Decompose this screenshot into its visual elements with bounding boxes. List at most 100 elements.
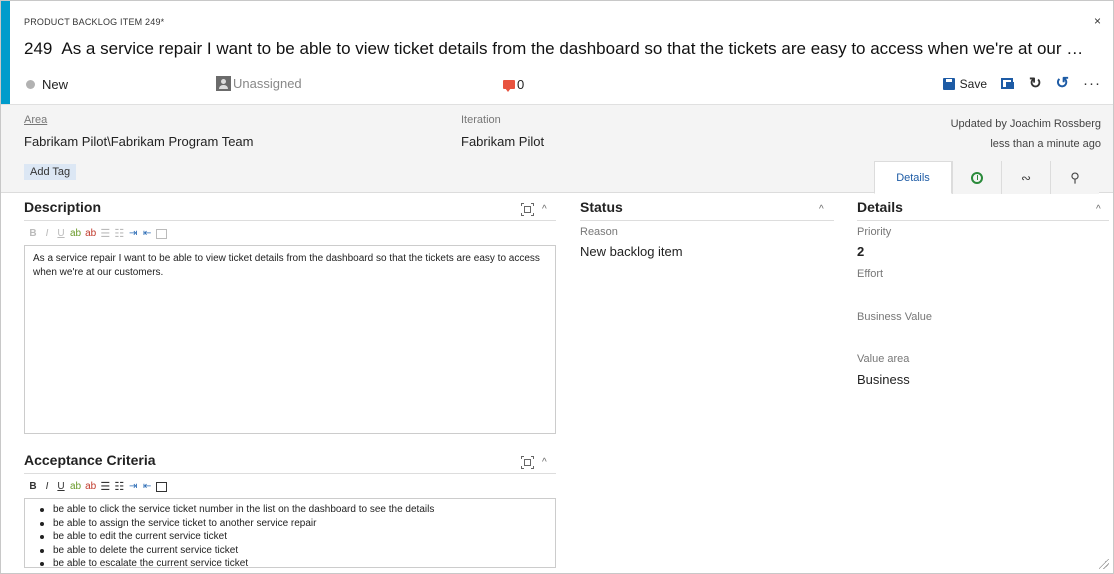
tab-attachments[interactable]: ⚲ bbox=[1050, 161, 1099, 194]
description-editor[interactable]: As a service repair I want to be able to… bbox=[24, 245, 556, 434]
assigned-to-value: Unassigned bbox=[233, 76, 302, 91]
acceptance-criteria-list: be able to click the service ticket numb… bbox=[40, 503, 547, 567]
refresh-icon: ↻ bbox=[1029, 74, 1042, 92]
status-divider bbox=[580, 220, 834, 221]
bulleted-list-button[interactable]: ☰ bbox=[100, 227, 110, 240]
effort-label: Effort bbox=[857, 268, 884, 280]
state-field[interactable]: New bbox=[26, 77, 68, 92]
iteration-field[interactable]: Fabrikam Pilot bbox=[461, 134, 544, 149]
links-icon: ∾ bbox=[1020, 170, 1032, 185]
bold-button[interactable]: B bbox=[28, 228, 38, 239]
value-area-label: Value area bbox=[857, 353, 910, 365]
work-item-id: 249 bbox=[24, 39, 53, 58]
comment-icon bbox=[503, 80, 515, 92]
list-item: be able to edit the current service tick… bbox=[40, 530, 547, 544]
area-field[interactable]: Fabrikam Pilot\Fabrikam Program Team bbox=[24, 134, 254, 149]
collapse-status-icon[interactable]: ^ bbox=[819, 204, 824, 215]
insert-image-icon[interactable] bbox=[156, 481, 168, 492]
discussion-count[interactable]: 0 bbox=[503, 77, 524, 92]
work-item-title[interactable]: 249 As a service repair I want to be able… bbox=[24, 39, 1101, 59]
close-icon[interactable]: × bbox=[1094, 14, 1101, 28]
collapse-details-icon[interactable]: ^ bbox=[1096, 204, 1101, 215]
acceptance-divider bbox=[24, 473, 556, 474]
description-format-toolbar: B I U ab ab ☰ ☷ ⇥ ⇤ bbox=[28, 227, 168, 240]
indent-button[interactable]: ⇥ bbox=[128, 228, 138, 239]
font-color-button[interactable]: ab bbox=[85, 481, 96, 492]
work-item-type-label: PRODUCT BACKLOG ITEM 249* bbox=[24, 17, 165, 27]
save-label: Save bbox=[959, 76, 988, 91]
comment-count: 0 bbox=[517, 77, 525, 92]
list-item: be able to delete the current service ti… bbox=[40, 544, 547, 558]
work-item-title-text[interactable]: As a service repair I want to be able to… bbox=[61, 39, 1083, 58]
copy-icon bbox=[1001, 77, 1015, 90]
priority-label: Priority bbox=[857, 226, 892, 238]
underline-button[interactable]: U bbox=[56, 481, 66, 492]
bold-button[interactable]: B bbox=[28, 481, 38, 492]
assigned-to-field[interactable]: Unassigned bbox=[216, 76, 302, 91]
priority-field[interactable]: 2 bbox=[857, 244, 864, 259]
form-toolbar: Save ↻ ↺ ··· bbox=[942, 74, 1101, 92]
list-item: be able to assign the service ticket to … bbox=[40, 517, 547, 531]
fields-band: Area Fabrikam Pilot\Fabrikam Program Tea… bbox=[1, 104, 1113, 194]
save-button[interactable]: Save bbox=[942, 76, 988, 91]
acceptance-criteria-heading: Acceptance Criteria bbox=[24, 452, 156, 468]
collapse-acceptance-icon[interactable]: ^ bbox=[542, 457, 547, 468]
history-icon bbox=[971, 171, 983, 184]
iteration-label: Iteration bbox=[461, 114, 501, 126]
list-item: be able to click the service ticket numb… bbox=[40, 503, 547, 517]
details-heading: Details bbox=[857, 199, 903, 215]
list-item: be able to escalate the current service … bbox=[40, 557, 547, 567]
state-dot-icon bbox=[26, 80, 35, 89]
reason-field[interactable]: New backlog item bbox=[580, 244, 683, 259]
avatar-icon bbox=[216, 76, 231, 91]
maximize-description-icon[interactable] bbox=[521, 203, 534, 216]
description-divider bbox=[24, 220, 556, 221]
maximize-acceptance-icon[interactable] bbox=[521, 456, 534, 469]
work-item-header: PRODUCT BACKLOG ITEM 249* × 249 As a serv… bbox=[10, 1, 1113, 104]
updated-by[interactable]: Updated by Joachim Rossberg bbox=[951, 114, 1101, 134]
area-label: Area bbox=[24, 114, 48, 126]
work-item-type-color-bar bbox=[1, 1, 10, 104]
underline-button[interactable]: U bbox=[56, 228, 66, 239]
indent-button[interactable]: ⇥ bbox=[128, 481, 138, 492]
refresh-button[interactable]: ↻ bbox=[1029, 74, 1042, 92]
value-area-field[interactable]: Business bbox=[857, 372, 910, 387]
tab-history[interactable] bbox=[952, 161, 1001, 194]
tab-links[interactable]: ∾ bbox=[1001, 161, 1050, 194]
updated-when: less than a minute ago bbox=[990, 138, 1101, 150]
work-item-form: PRODUCT BACKLOG ITEM 249* × 249 As a serv… bbox=[0, 0, 1114, 574]
numbered-list-button[interactable]: ☷ bbox=[114, 480, 124, 493]
reason-label: Reason bbox=[580, 226, 618, 238]
status-heading: Status bbox=[580, 199, 623, 215]
attachment-icon: ⚲ bbox=[1070, 169, 1080, 185]
outdent-button[interactable]: ⇤ bbox=[142, 228, 152, 239]
highlight-button[interactable]: ab bbox=[70, 228, 81, 239]
italic-button[interactable]: I bbox=[42, 481, 52, 492]
tab-details[interactable]: Details bbox=[874, 161, 952, 194]
more-actions-button[interactable]: ··· bbox=[1083, 75, 1101, 92]
business-value-label: Business Value bbox=[857, 311, 933, 323]
save-icon bbox=[942, 77, 955, 90]
details-divider bbox=[857, 220, 1109, 221]
numbered-list-button[interactable]: ☷ bbox=[114, 227, 124, 240]
copy-button[interactable] bbox=[1001, 77, 1015, 90]
form-tabs: Details ∾ ⚲ bbox=[874, 161, 1099, 194]
resize-grip-icon[interactable] bbox=[1099, 559, 1109, 569]
bulleted-list-button[interactable]: ☰ bbox=[100, 480, 110, 493]
italic-button[interactable]: I bbox=[42, 228, 52, 239]
undo-icon: ↺ bbox=[1055, 74, 1069, 92]
description-heading: Description bbox=[24, 199, 102, 215]
undo-button[interactable]: ↺ bbox=[1055, 74, 1069, 92]
more-icon: ··· bbox=[1083, 75, 1101, 92]
acceptance-criteria-editor[interactable]: be able to click the service ticket numb… bbox=[24, 498, 556, 568]
font-color-button[interactable]: ab bbox=[85, 228, 96, 239]
collapse-description-icon[interactable]: ^ bbox=[542, 204, 547, 215]
acceptance-format-toolbar: B I U ab ab ☰ ☷ ⇥ ⇤ bbox=[28, 480, 168, 493]
highlight-button[interactable]: ab bbox=[70, 481, 81, 492]
updated-info: Updated by Joachim Rossberg less than a … bbox=[951, 114, 1101, 154]
add-tag-button[interactable]: Add Tag bbox=[24, 164, 77, 180]
insert-image-icon[interactable] bbox=[156, 228, 168, 239]
description-text: As a service repair I want to be able to… bbox=[33, 253, 540, 278]
outdent-button[interactable]: ⇤ bbox=[142, 481, 152, 492]
state-value: New bbox=[42, 77, 69, 92]
